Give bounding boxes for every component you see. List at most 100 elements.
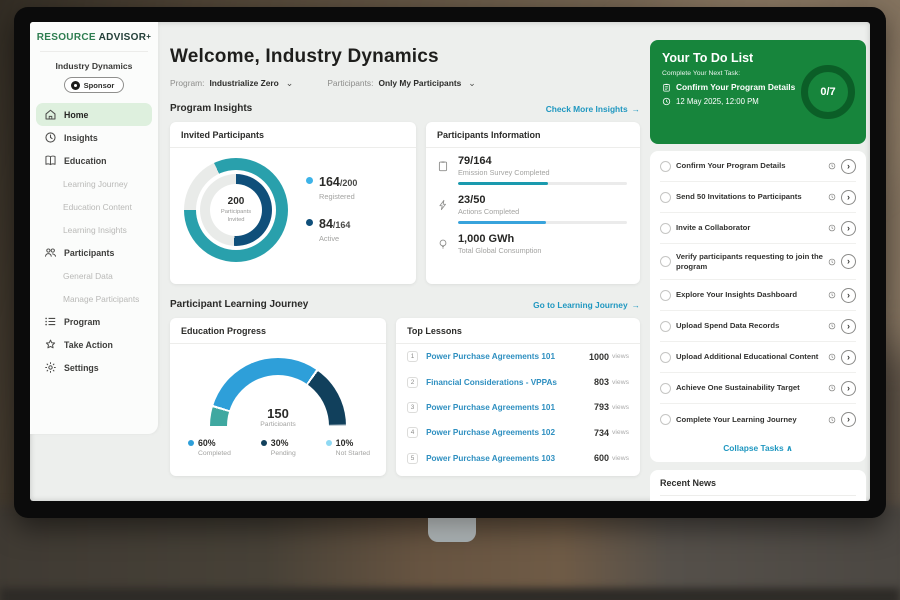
todo-task-row[interactable]: Invite a Collaborator › <box>660 213 856 244</box>
sidebar-item-label: Education Content <box>63 202 132 212</box>
lesson-rank: 4 <box>407 427 418 438</box>
invited-donut-chart: 200 Participants Invited <box>184 158 288 262</box>
task-chevron-button[interactable]: › <box>841 190 856 205</box>
task-label: Invite a Collaborator <box>676 223 823 233</box>
info-label: Emission Survey Completed <box>458 168 627 177</box>
sidebar-item-education[interactable]: Education <box>36 149 152 172</box>
task-checkbox[interactable] <box>660 383 671 394</box>
participants-information-card: Participants Information 79/164Emission … <box>426 122 640 284</box>
sidebar-nav: HomeInsightsEducation Learning Journey Edu… <box>30 103 158 379</box>
task-label: Complete Your Learning Journey <box>676 415 823 425</box>
invited-participants-body: 200 Participants Invited 164/200Register… <box>170 148 416 262</box>
task-checkbox[interactable] <box>660 256 671 267</box>
gauge-center: 150 Participants <box>210 406 346 426</box>
check-more-insights-link[interactable]: Check More Insights → <box>546 104 640 114</box>
lesson-title-link[interactable]: Power Purchase Agreements 102 <box>426 428 594 437</box>
legend-value-main: 84 <box>319 217 333 231</box>
task-checkbox[interactable] <box>660 352 671 363</box>
lesson-title-link[interactable]: Power Purchase Agreements 103 <box>426 454 594 463</box>
legend-dot <box>261 440 267 446</box>
legend-percent: 60% <box>198 438 216 448</box>
task-checkbox[interactable] <box>660 223 671 234</box>
program-value: Industrialize Zero <box>209 78 278 88</box>
sidebar-item-program[interactable]: Program <box>36 310 152 333</box>
todo-summary-card: Your To Do List Complete Your Next Task:… <box>650 40 866 144</box>
sidebar-item-manage-participants[interactable]: Manage Participants <box>36 287 152 310</box>
task-checkbox[interactable] <box>660 161 671 172</box>
legend-text: 84/164Active <box>319 215 350 243</box>
sidebar-item-take-action[interactable]: Take Action <box>36 333 152 356</box>
top-lessons-body: 1Power Purchase Agreements 1011000views2… <box>396 344 640 471</box>
sponsor-badge-label: Sponsor <box>84 81 115 90</box>
sponsor-badge: Sponsor <box>64 77 125 93</box>
todo-task-row[interactable]: Upload Additional Educational Content› <box>660 342 856 373</box>
task-checkbox[interactable] <box>660 192 671 203</box>
survey-icon <box>437 155 450 185</box>
todo-task-row[interactable]: Verify participants requesting to join t… <box>660 244 856 280</box>
sidebar-item-insights[interactable]: Insights <box>36 126 152 149</box>
legend-value-sub: /200 <box>340 178 358 188</box>
sidebar-item-label: Program <box>64 317 100 327</box>
sidebar-item-learning-journey[interactable]: Learning Journey <box>36 172 152 195</box>
task-checkbox[interactable] <box>660 290 671 301</box>
go-to-learning-journey-label: Go to Learning Journey <box>533 300 627 310</box>
invited-legend: 164/200Registered84/164Active <box>306 164 357 257</box>
invited-legend-item: 84/164Active <box>306 215 357 243</box>
progress-bar-fill <box>458 182 548 185</box>
legend-label: Registered <box>319 192 357 201</box>
todo-title: Your To Do List <box>662 51 854 65</box>
page-title: Welcome, Industry Dynamics <box>170 46 640 68</box>
sidebar-item-label: Learning Journey <box>63 179 128 189</box>
task-checkbox[interactable] <box>660 414 671 425</box>
sidebar-item-participants[interactable]: Participants <box>36 241 152 264</box>
todo-task-row[interactable]: Confirm Your Program Details› <box>660 151 856 182</box>
info-row: 79/164Emission Survey Completed <box>437 155 627 185</box>
sidebar-item-settings[interactable]: Settings <box>36 356 152 379</box>
participants-select[interactable]: Participants: Only My Participants ⌄ <box>327 78 475 88</box>
todo-task-list: Confirm Your Program Details›Send 50 Inv… <box>660 151 856 435</box>
go-to-learning-journey-link[interactable]: Go to Learning Journey → <box>533 300 640 310</box>
task-chevron-button[interactable]: › <box>841 221 856 236</box>
energy-icon <box>437 233 450 255</box>
insights-icon <box>44 131 57 144</box>
todo-task-row[interactable]: Explore Your Insights Dashboard› <box>660 280 856 311</box>
education-icon <box>44 154 57 167</box>
todo-task-row[interactable]: Send 50 Invitations to Participants› <box>660 182 856 213</box>
learning-journey-header: Participant Learning Journey Go to Learn… <box>170 299 640 310</box>
info-value: 79/164 <box>458 155 627 167</box>
sidebar-item-label: Participants <box>64 248 114 258</box>
clock-icon <box>828 416 836 424</box>
todo-task-row[interactable]: Complete Your Learning Journey › <box>660 404 856 435</box>
task-chevron-button[interactable]: › <box>841 254 856 269</box>
progress-bar <box>458 221 627 224</box>
chevron-down-icon: ⌄ <box>468 79 476 88</box>
dashboard-screen: RESOURCE ADVISOR+ Industry Dynamics Spon… <box>30 22 870 501</box>
sidebar-item-education-content[interactable]: Education Content <box>36 195 152 218</box>
legend-value-sub: /164 <box>333 220 351 230</box>
task-chevron-button[interactable]: › <box>841 159 856 174</box>
education-gauge-chart: 150 Participants <box>210 358 346 426</box>
program-select[interactable]: Program: Industrialize Zero ⌄ <box>170 78 293 88</box>
collapse-tasks-link[interactable]: Collapse Tasks ∧ <box>660 435 856 462</box>
logo-plus: + <box>146 32 151 41</box>
actions-icon <box>437 194 450 224</box>
lesson-title-link[interactable]: Power Purchase Agreements 101 <box>426 352 589 361</box>
arrow-right-icon: → <box>632 104 640 114</box>
lesson-rank: 2 <box>407 377 418 388</box>
todo-task-row[interactable]: Upload Spend Data Records› <box>660 311 856 342</box>
task-chevron-button[interactable]: › <box>841 350 856 365</box>
task-chevron-button[interactable]: › <box>841 412 856 427</box>
sidebar-item-general-data[interactable]: General Data <box>36 264 152 287</box>
todo-task-row[interactable]: Achieve One Sustainability Target› <box>660 373 856 404</box>
sidebar-item-home[interactable]: Home <box>36 103 152 126</box>
task-chevron-button[interactable]: › <box>841 319 856 334</box>
task-checkbox[interactable] <box>660 321 671 332</box>
task-chevron-button[interactable]: › <box>841 288 856 303</box>
background-desk-edge <box>0 588 900 600</box>
lesson-title-link[interactable]: Power Purchase Agreements 101 <box>426 403 594 412</box>
legend-dot <box>306 177 313 184</box>
task-chevron-button[interactable]: › <box>841 381 856 396</box>
program-insights-header: Program Insights Check More Insights → <box>170 103 640 114</box>
lesson-title-link[interactable]: Financial Considerations - VPPAs <box>426 378 594 387</box>
sidebar-item-learning-insights[interactable]: Learning Insights <box>36 218 152 241</box>
